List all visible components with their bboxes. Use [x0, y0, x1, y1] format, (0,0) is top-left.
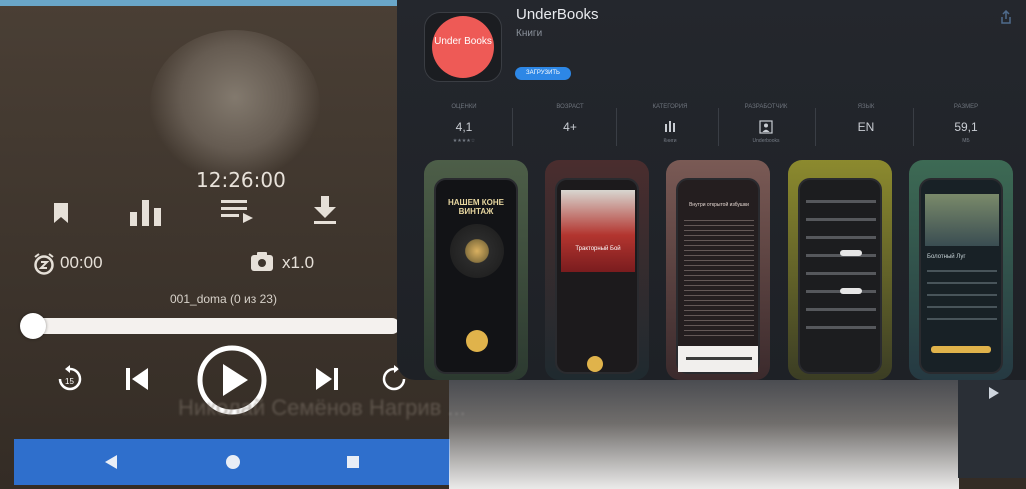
- screenshot-4[interactable]: [788, 160, 892, 380]
- playback-clock: 12:26:00: [196, 168, 286, 192]
- app-icon-logo: [432, 16, 494, 78]
- stat-developer: РАЗРАБОТЧИК Underbooks: [722, 104, 810, 144]
- stat-divider: [512, 108, 513, 146]
- text-lines: [684, 220, 754, 340]
- stat-ratings: ОЦЕНКИ 4,1 ★★★★☆: [420, 104, 508, 144]
- app-category: Книги: [516, 28, 543, 39]
- blurred-book-title: Николай Семёнов Нагрив ...: [178, 395, 466, 420]
- playlist-icon[interactable]: [219, 198, 255, 229]
- screenshot-title: Внутри открытой избушки: [689, 202, 749, 208]
- play-circle-icon[interactable]: [466, 330, 488, 352]
- playback-speed-icon[interactable]: [250, 252, 274, 277]
- stat-label: ОЦЕНКИ: [451, 104, 477, 110]
- vinyl-disc: [450, 224, 504, 278]
- book-cover-art: [150, 30, 320, 180]
- play-circle-icon[interactable]: [587, 356, 603, 372]
- progress-line: [686, 357, 752, 360]
- stat-label: РАЗМЕР: [953, 104, 979, 110]
- action-button[interactable]: [931, 346, 991, 353]
- list-rows: [927, 270, 997, 330]
- download-icon[interactable]: [311, 194, 339, 231]
- screenshot-5[interactable]: Болотный Луг: [909, 160, 1013, 380]
- back-icon[interactable]: [104, 454, 118, 475]
- progress-thumb[interactable]: [20, 313, 46, 339]
- share-icon[interactable]: [1000, 9, 1012, 29]
- stat-value: 59,1: [954, 120, 978, 134]
- screen-reflection: [449, 380, 959, 489]
- stat-label: ЯЗЫК: [857, 104, 875, 110]
- stat-value: 4,1: [455, 120, 473, 134]
- toggle-switch[interactable]: [840, 288, 862, 294]
- stat-sub: МБ: [962, 138, 970, 144]
- progress-bar[interactable]: [30, 318, 400, 334]
- stat-label: КАТЕГОРИЯ: [652, 104, 688, 110]
- track-name: 001_doma (0 из 23): [170, 292, 277, 306]
- settings-rows: [806, 200, 876, 330]
- stat-sub: Underbooks: [752, 138, 780, 144]
- stat-language: ЯЗЫК EN: [822, 104, 910, 138]
- stat-age: ВОЗРАСТ 4+: [526, 104, 614, 138]
- bookmark-icon[interactable]: [53, 202, 69, 229]
- sleep-timer-icon[interactable]: [33, 253, 55, 280]
- stat-divider: [913, 108, 914, 146]
- stat-value: 4+: [563, 120, 577, 134]
- recent-apps-icon[interactable]: [347, 456, 359, 468]
- stat-category: КАТЕГОРИЯ Книги: [626, 104, 714, 144]
- equalizer-icon[interactable]: [128, 198, 164, 231]
- next-track-icon[interactable]: [314, 366, 340, 397]
- star-rating: ★★★★☆: [452, 138, 476, 144]
- stat-size: РАЗМЕР 59,1 МБ: [922, 104, 1010, 144]
- home-icon[interactable]: [226, 455, 240, 469]
- get-button[interactable]: ЗАГРУЗИТЬ: [515, 67, 571, 80]
- toggle-switch[interactable]: [840, 250, 862, 256]
- phone-frame: [798, 178, 882, 374]
- play-icon[interactable]: [988, 386, 1000, 405]
- screenshot-title: НАШЕМ КОНЕ ВИНТАЖ: [447, 198, 505, 216]
- screenshot-1[interactable]: НАШЕМ КОНЕ ВИНТАЖ: [424, 160, 528, 380]
- phone-frame: Болотный Луг: [919, 178, 1003, 374]
- stat-label: РАЗРАБОТЧИК: [744, 104, 788, 110]
- phone-frame: Тракторный Бой: [555, 178, 639, 374]
- svg-text:15: 15: [65, 377, 74, 386]
- app-name: UnderBooks: [516, 6, 599, 23]
- phone-frame: Внутри открытой избушки: [676, 178, 760, 374]
- stat-sub: Книги: [663, 138, 677, 144]
- sleep-timer-value: 00:00: [60, 253, 103, 272]
- stat-label: ВОЗРАСТ: [556, 104, 584, 110]
- app-icon-text: Under Books: [434, 36, 492, 47]
- stat-divider: [815, 108, 816, 146]
- book-cover: [561, 190, 635, 272]
- phone-frame: НАШЕМ КОНЕ ВИНТАЖ: [434, 178, 518, 374]
- stat-value: EN: [857, 120, 875, 134]
- screenshot-3[interactable]: Внутри открытой избушки: [666, 160, 770, 380]
- developer-icon: [722, 120, 810, 136]
- playback-speed-value[interactable]: x1.0: [282, 253, 314, 273]
- screenshot-2[interactable]: Тракторный Бой: [545, 160, 649, 380]
- cover-image: [925, 194, 999, 246]
- rewind-icon[interactable]: 15: [56, 365, 84, 398]
- screenshot-title: Болотный Луг: [927, 254, 966, 260]
- books-category-icon: [626, 120, 714, 136]
- screenshot-title: Тракторный Бой: [575, 246, 621, 252]
- stat-divider: [718, 108, 719, 146]
- previous-track-icon[interactable]: [124, 366, 150, 397]
- stat-divider: [616, 108, 617, 146]
